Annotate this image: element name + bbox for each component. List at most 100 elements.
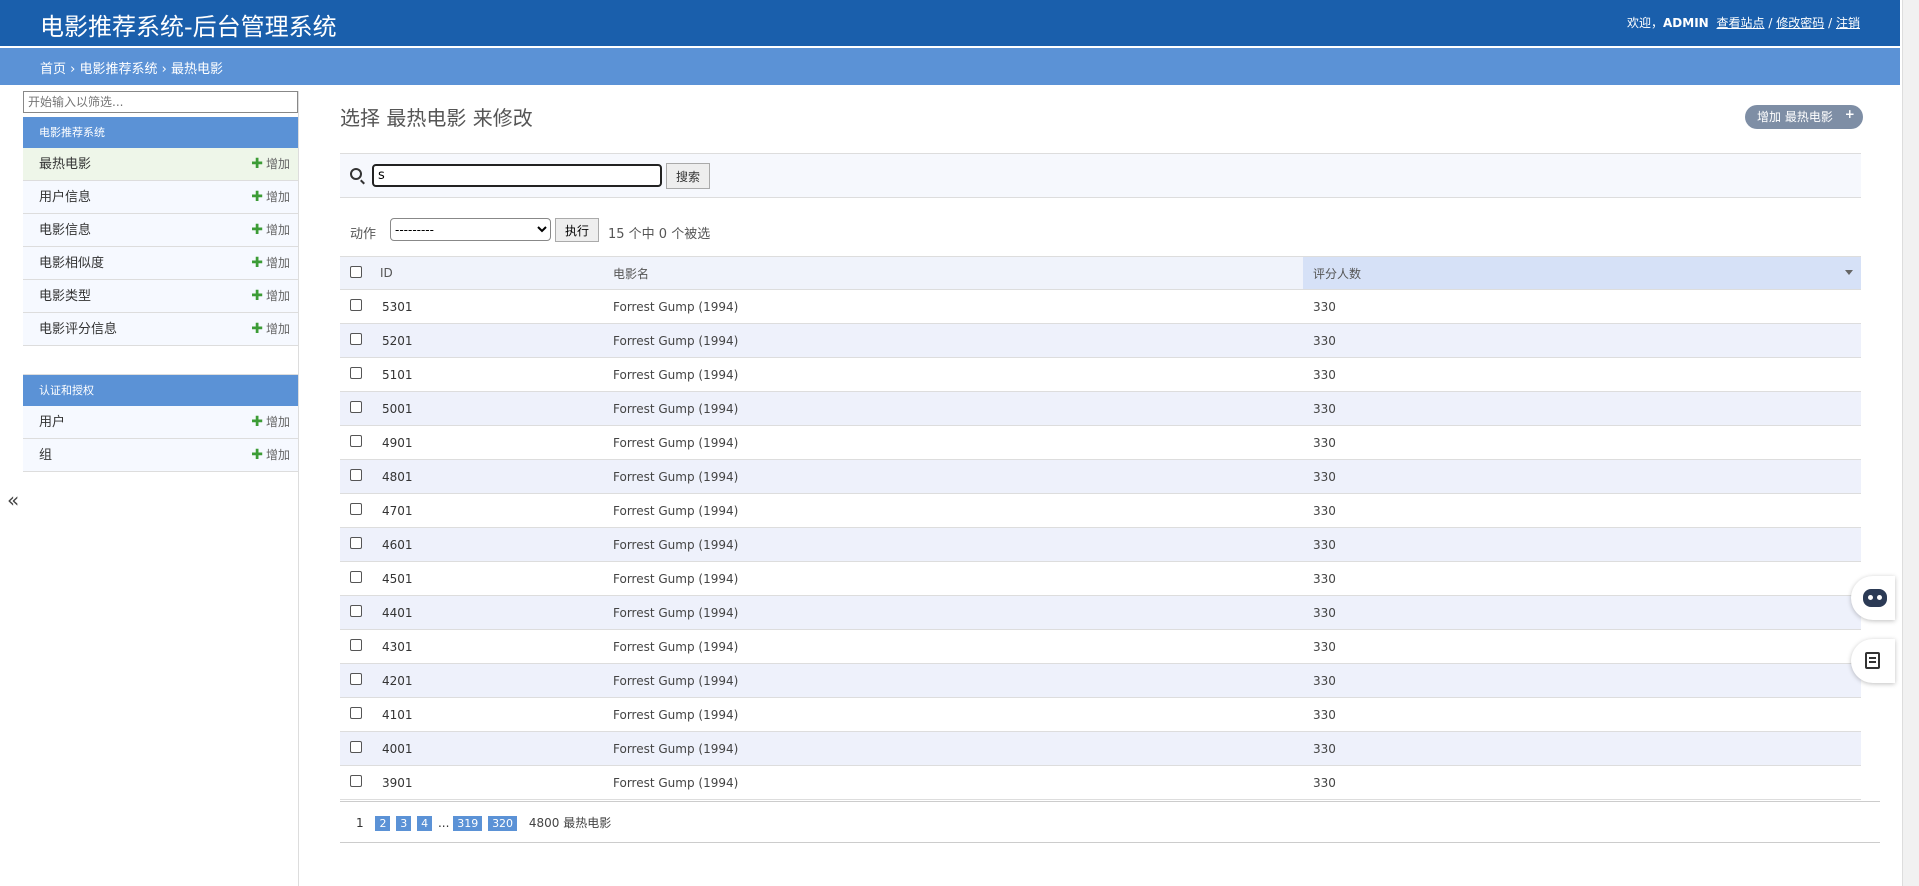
go-button[interactable]: 执行 [555,218,599,242]
row-id[interactable]: 4001 [370,731,603,766]
table-row[interactable]: 4101 Forrest Gump (1994) 330 [340,697,1861,732]
sidebar-item-label[interactable]: 电影类型 [39,289,91,304]
row-rating-count: 330 [1303,527,1861,562]
notes-button[interactable] [1851,639,1895,683]
row-id[interactable]: 5101 [370,357,603,392]
page-scrollbar[interactable] [1902,0,1919,886]
sidebar-item-label[interactable]: 电影信息 [39,223,91,238]
row-id[interactable]: 3901 [370,765,603,800]
toggle-sidebar-button[interactable]: « [7,488,19,512]
page-link[interactable]: 2 [375,816,391,831]
row-checkbox[interactable] [350,707,362,719]
sort-desc-icon[interactable] [1845,270,1853,275]
view-site-link[interactable]: 查看站点 [1717,16,1765,30]
row-checkbox[interactable] [350,435,362,447]
change-password-link[interactable]: 修改密码 [1776,16,1824,30]
table-row[interactable]: 4901 Forrest Gump (1994) 330 [340,425,1861,460]
sidebar-item-movie-ratings[interactable]: 电影评分信息 ✚ 增加 [23,313,298,346]
add-link[interactable]: ✚ 增加 [251,406,290,439]
add-link[interactable]: ✚ 增加 [251,280,290,313]
table-row[interactable]: 4601 Forrest Gump (1994) 330 [340,527,1861,562]
table-row[interactable]: 4801 Forrest Gump (1994) 330 [340,459,1861,494]
row-id[interactable]: 4901 [370,425,603,460]
row-checkbox[interactable] [350,333,362,345]
row-id[interactable]: 5201 [370,323,603,358]
row-id[interactable]: 4801 [370,459,603,494]
search-button[interactable]: 搜索 [666,163,710,189]
column-header-count[interactable]: 评分人数 [1303,256,1861,290]
column-header-id[interactable]: ID [370,256,603,290]
table-row[interactable]: 4201 Forrest Gump (1994) 330 [340,663,1861,698]
row-checkbox[interactable] [350,537,362,549]
row-checkbox[interactable] [350,299,362,311]
add-link[interactable]: ✚ 增加 [251,181,290,214]
module-caption[interactable]: 电影推荐系统 [23,117,298,148]
assistant-button[interactable] [1851,576,1895,620]
table-row[interactable]: 3901 Forrest Gump (1994) 330 [340,765,1861,800]
table-row[interactable]: 5301 Forrest Gump (1994) 330 [340,289,1861,324]
page-link[interactable]: 320 [488,816,518,831]
module-caption[interactable]: 认证和授权 [23,375,298,406]
sidebar-item-groups[interactable]: 组 ✚ 增加 [23,439,298,472]
action-select[interactable]: --------- [390,218,551,241]
row-checkbox[interactable] [350,401,362,413]
add-hot-movie-button[interactable]: 增加 最热电影 + [1745,105,1863,129]
row-checkbox[interactable] [350,775,362,787]
breadcrumb-home[interactable]: 首页 [40,62,66,77]
add-link[interactable]: ✚ 增加 [251,148,290,181]
site-brand[interactable]: 电影推荐系统-后台管理系统 [40,7,337,42]
sidebar-item-users[interactable]: 用户 ✚ 增加 [23,406,298,439]
add-link[interactable]: ✚ 增加 [251,439,290,472]
module-spacer [23,346,298,375]
table-row[interactable]: 5101 Forrest Gump (1994) 330 [340,357,1861,392]
sidebar-item-user-info[interactable]: 用户信息 ✚ 增加 [23,181,298,214]
row-id[interactable]: 4401 [370,595,603,630]
row-checkbox[interactable] [350,469,362,481]
row-id[interactable]: 4301 [370,629,603,664]
breadcrumb-app[interactable]: 电影推荐系统 [80,62,158,77]
row-id[interactable]: 4701 [370,493,603,528]
select-all-checkbox[interactable] [350,265,362,278]
row-id[interactable]: 5001 [370,391,603,426]
table-row[interactable]: 5201 Forrest Gump (1994) 330 [340,323,1861,358]
row-checkbox[interactable] [350,639,362,651]
sidebar-item-label[interactable]: 组 [39,448,52,463]
row-checkbox[interactable] [350,367,362,379]
table-row[interactable]: 4301 Forrest Gump (1994) 330 [340,629,1861,664]
search-input[interactable] [372,164,662,187]
add-link[interactable]: ✚ 增加 [251,214,290,247]
sidebar-item-label[interactable]: 最热电影 [39,157,91,172]
user-tools: 欢迎，ADMIN 查看站点 / 修改密码 / 注销 [1627,14,1860,31]
row-checkbox[interactable] [350,741,362,753]
row-checkbox[interactable] [350,503,362,515]
sidebar-item-label[interactable]: 电影评分信息 [39,322,117,337]
table-row[interactable]: 4501 Forrest Gump (1994) 330 [340,561,1861,596]
page-link[interactable]: 4 [417,816,433,831]
sidebar-item-label[interactable]: 用户信息 [39,190,91,205]
sidebar-item-movie-similarity[interactable]: 电影相似度 ✚ 增加 [23,247,298,280]
page-link[interactable]: 319 [453,816,483,831]
sidebar-item-label[interactable]: 电影相似度 [39,256,104,271]
table-row[interactable]: 5001 Forrest Gump (1994) 330 [340,391,1861,426]
row-checkbox[interactable] [350,673,362,685]
row-id[interactable]: 5301 [370,289,603,324]
table-row[interactable]: 4401 Forrest Gump (1994) 330 [340,595,1861,630]
sidebar-item-hot-movies[interactable]: 最热电影 ✚ 增加 [23,148,298,181]
sidebar-item-movie-info[interactable]: 电影信息 ✚ 增加 [23,214,298,247]
table-row[interactable]: 4001 Forrest Gump (1994) 330 [340,731,1861,766]
column-header-name[interactable]: 电影名 [603,256,1303,290]
add-link[interactable]: ✚ 增加 [251,247,290,280]
row-id[interactable]: 4101 [370,697,603,732]
sidebar-item-movie-type[interactable]: 电影类型 ✚ 增加 [23,280,298,313]
add-link[interactable]: ✚ 增加 [251,313,290,346]
sidebar-item-label[interactable]: 用户 [39,415,65,430]
row-checkbox[interactable] [350,571,362,583]
row-id[interactable]: 4501 [370,561,603,596]
row-id[interactable]: 4201 [370,663,603,698]
page-link[interactable]: 3 [396,816,412,831]
nav-filter-input[interactable] [23,91,298,113]
logout-link[interactable]: 注销 [1836,16,1860,30]
row-checkbox[interactable] [350,605,362,617]
row-id[interactable]: 4601 [370,527,603,562]
table-row[interactable]: 4701 Forrest Gump (1994) 330 [340,493,1861,528]
